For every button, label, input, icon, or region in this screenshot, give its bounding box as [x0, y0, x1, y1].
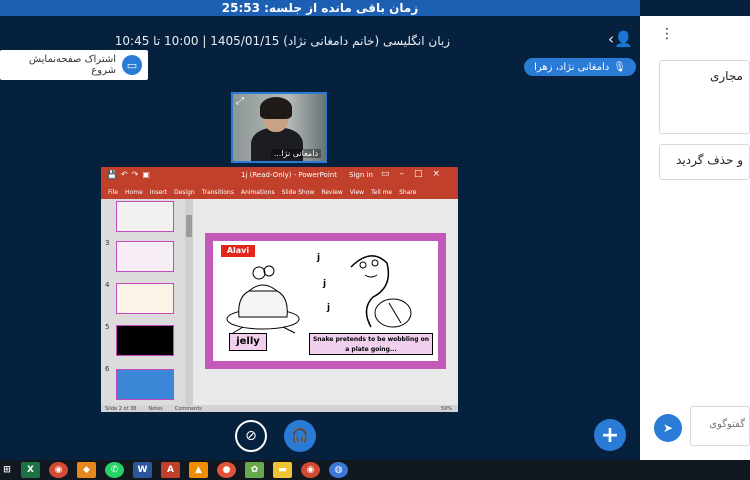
slide-content: Alavi j j j jelly Snake pretends to be w…	[213, 241, 438, 361]
headphones-button[interactable]: 🎧	[284, 420, 316, 452]
send-button[interactable]: ➤	[654, 414, 682, 442]
chrome-icon[interactable]: ◉	[301, 462, 320, 478]
windows-taskbar: ⊞ X ◉ ◆ ✆ W A ▲ ● ✿ ▬ ◉ ◍	[0, 460, 750, 480]
headphones-icon: 🎧	[291, 428, 309, 444]
ppt-status-comments: Comments	[174, 405, 202, 412]
ppt-ribbon-menu: File Home Insert Design Transitions Anim…	[101, 185, 458, 199]
webcam-name-label: دامغانی نژا...	[270, 149, 321, 158]
ppt-status-notes: Notes	[148, 405, 163, 412]
chat-message-card: و حذف گردید	[659, 144, 750, 180]
webcam-person-hair	[260, 97, 292, 119]
ppt-menu-item: Home	[125, 188, 143, 196]
ppt-sign-in: Sign in	[349, 171, 373, 179]
ppt-menu-item: Transitions	[201, 188, 234, 196]
chrome-icon[interactable]: ◉	[49, 462, 68, 478]
whatsapp-icon[interactable]: ✆	[105, 462, 124, 478]
shared-screen-powerpoint: 💾↶↷▣ 1j (Read-Only) - PowerPoint Sign in…	[101, 167, 458, 412]
acrobat-icon[interactable]: A	[161, 462, 180, 478]
session-timer-bar: زمان باقی مانده از جلسه: 25:53	[0, 0, 640, 16]
folder-app-icon[interactable]: ◆	[77, 462, 96, 478]
ppt-window-controls: ▭–□×	[380, 169, 450, 179]
ppt-title-bar: 💾↶↷▣ 1j (Read-Only) - PowerPoint Sign in…	[101, 167, 458, 185]
current-slide: Alavi j j j jelly Snake pretends to be w…	[205, 233, 446, 369]
presenter-name: دامغانی نژاد، زهرا	[534, 61, 610, 73]
ppt-menu-item: Insert	[149, 188, 167, 196]
slide-word: jelly	[229, 333, 267, 351]
ppt-menu-item: Tell me	[371, 188, 393, 196]
ppt-window-title: 1j (Read-Only) - PowerPoint	[241, 171, 337, 179]
word-icon[interactable]: W	[133, 462, 152, 478]
slide-thumbnail	[116, 369, 174, 400]
ppt-menu-item: View	[349, 188, 364, 196]
chat-input[interactable]: گفتوگوی	[690, 406, 750, 446]
ppt-scrollbar-thumb	[186, 215, 192, 237]
vlc-icon[interactable]: ▲	[189, 462, 208, 478]
slide-tag: Alavi	[221, 245, 255, 257]
kebab-menu-icon[interactable]: ⋮	[660, 26, 674, 42]
ppt-menu-item: Slide Show	[281, 188, 315, 196]
slide-thumbnail-number: 5	[105, 323, 110, 331]
jelly-drawing	[226, 265, 300, 334]
ppt-status-zoom: 59%	[440, 405, 452, 412]
share-screen-label: اشتراک صفحه‌نمایش شروع	[28, 54, 116, 76]
expand-icon[interactable]: ⤢	[236, 96, 244, 107]
slide-caption: Snake pretends to be wobbling on a plate…	[309, 333, 433, 355]
ppt-menu-item: Design	[173, 188, 195, 196]
excel-icon[interactable]: X	[21, 462, 40, 478]
slide-thumbnail-number: 4	[105, 281, 110, 289]
ppt-status-slide: Slide 2 of 38	[105, 405, 137, 412]
snake-drawing	[350, 255, 412, 328]
ppt-menu-item: File	[108, 188, 119, 196]
ppt-menu-item: Share	[399, 188, 417, 196]
slide-thumbnail	[116, 283, 174, 314]
microphone-icon: 🎙	[613, 61, 626, 73]
ppt-slide-thumbnails: 3 4 5 6	[101, 199, 191, 405]
browser-icon[interactable]: ◍	[329, 462, 348, 478]
add-button[interactable]: +	[594, 419, 626, 451]
chat-message-text: مجاری	[709, 69, 743, 83]
slide-letter: j	[327, 303, 331, 313]
file-explorer-icon[interactable]: ▬	[273, 462, 292, 478]
camera-off-icon: ⊘	[245, 428, 257, 444]
taskbar-start-icon[interactable]: ⊞	[2, 462, 12, 478]
share-screen-button[interactable]: ▭ اشتراک صفحه‌نمایش شروع	[0, 50, 148, 80]
slide-thumbnail	[116, 241, 174, 272]
slide-thumbnail-number: 6	[105, 365, 110, 373]
slide-letter: j	[323, 279, 327, 289]
app-icon[interactable]: ✿	[245, 462, 264, 478]
send-icon: ➤	[662, 421, 674, 435]
slide-thumbnail	[116, 325, 174, 356]
camera-off-button[interactable]: ⊘	[235, 420, 267, 452]
ppt-status-bar: Slide 2 of 38 Notes Comments 59%	[101, 405, 458, 412]
chat-message-card: مجاری	[659, 60, 750, 134]
chat-message-text: و حذف گردید	[676, 153, 743, 167]
slide-thumbnail	[116, 201, 174, 232]
ppt-menu-item: Animations	[240, 188, 275, 196]
screen-share-icon: ▭	[122, 55, 142, 75]
plus-icon: +	[600, 422, 620, 448]
ppt-menu-item: Review	[321, 188, 343, 196]
slide-thumbnail-number: 3	[105, 239, 110, 247]
user-icon[interactable]: ‹👤	[608, 30, 633, 48]
webcam-tile[interactable]: ⤢ دامغانی نژا...	[231, 92, 327, 163]
ppt-quick-access-icons: 💾↶↷▣	[107, 170, 154, 179]
slide-letter: j	[317, 253, 321, 263]
record-icon[interactable]: ●	[217, 462, 236, 478]
presenter-chip[interactable]: 🎙 دامغانی نژاد، زهرا	[524, 58, 636, 76]
meeting-title: زبان انگلیسی (خانم دامغانی نژاد) 1405/01…	[114, 34, 450, 48]
